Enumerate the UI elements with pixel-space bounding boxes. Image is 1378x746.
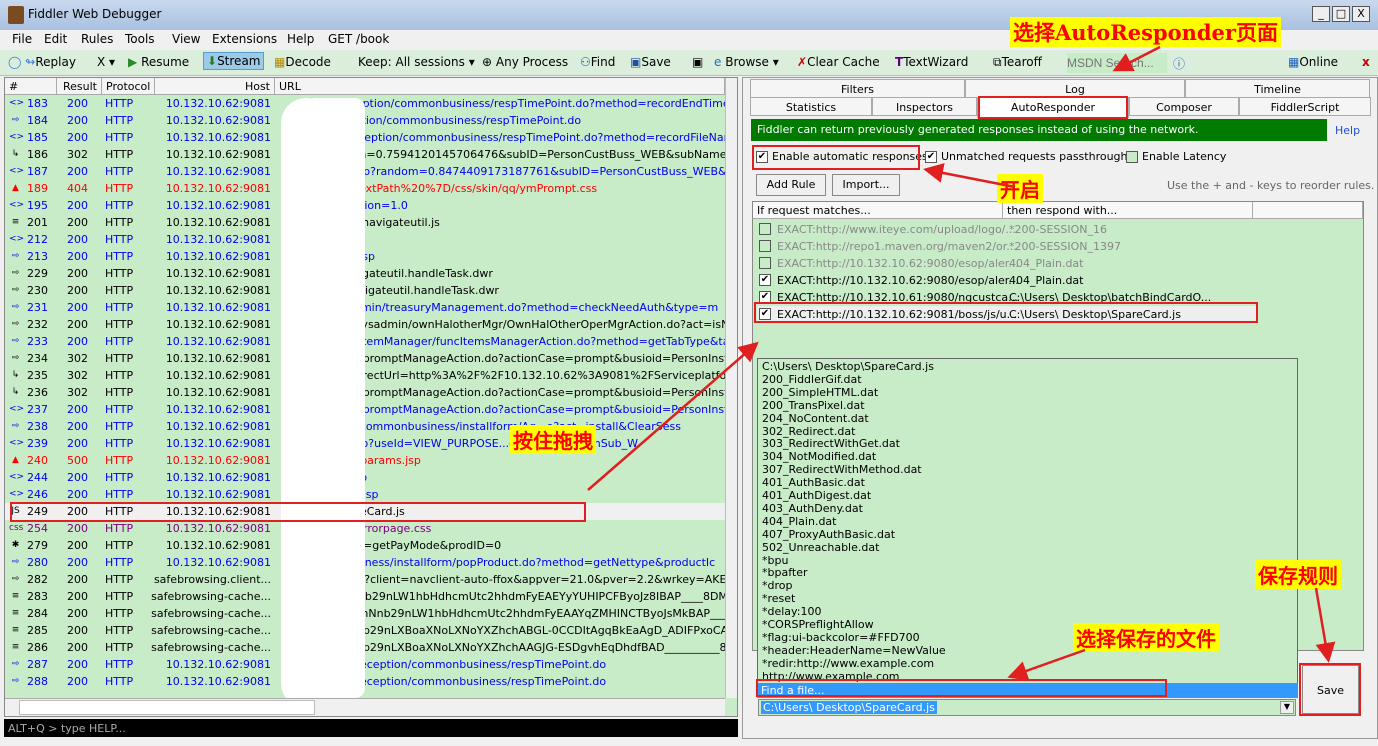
arrow: [1007, 648, 1086, 681]
arrow: [587, 341, 759, 491]
arrow: [1314, 587, 1336, 663]
arrow: [1112, 45, 1161, 72]
arrow: [923, 163, 1016, 189]
annotation-arrows: [587, 45, 1336, 681]
